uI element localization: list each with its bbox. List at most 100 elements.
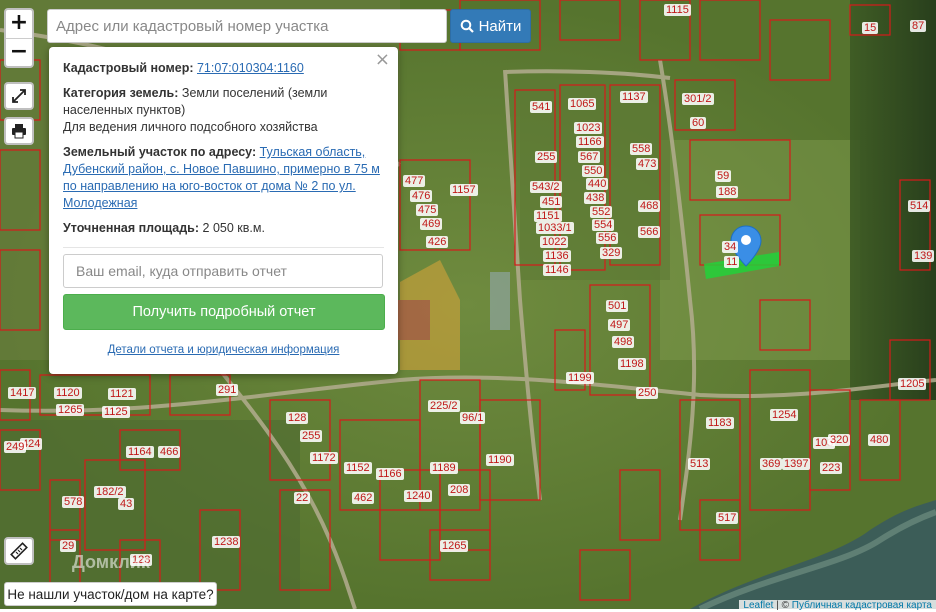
parcel-label: 552 xyxy=(590,206,613,218)
parcel-label: 1164 xyxy=(126,446,154,458)
parcel-label: 543/2 xyxy=(530,181,562,193)
parcel-label: 1240 xyxy=(404,490,433,502)
expand-icon xyxy=(12,89,26,103)
print-button[interactable] xyxy=(4,117,34,145)
search-button-label: Найти xyxy=(478,17,522,35)
parcel-label: 250 xyxy=(636,387,659,399)
ruler-button[interactable] xyxy=(4,537,34,565)
parcel-label: 1115 xyxy=(664,4,691,16)
cad-label: Кадастровый номер: xyxy=(63,61,194,75)
parcel-label: 291 xyxy=(216,384,239,396)
parcel-label: 550 xyxy=(582,165,605,177)
watermark: Домклик xyxy=(72,552,150,572)
email-field[interactable] xyxy=(63,254,383,288)
parcel-label: 43 xyxy=(118,498,135,510)
parcel-label: 1172 xyxy=(310,452,338,464)
fullscreen-button[interactable] xyxy=(4,82,34,110)
parcel-label: 1254 xyxy=(770,409,799,421)
search-button[interactable]: Найти xyxy=(450,9,531,43)
parcel-label: 1146 xyxy=(543,264,571,276)
parcel-label: 469 xyxy=(420,218,443,230)
leaflet-link[interactable]: Leaflet xyxy=(743,600,773,611)
parcel-label: 59 xyxy=(715,170,732,182)
parcel-label: 473 xyxy=(636,158,659,170)
parcel-label: 87 xyxy=(910,20,927,32)
map-attribution: Leaflet | © Публичная кадастровая карта xyxy=(739,600,936,612)
parcel-label: 498 xyxy=(612,336,635,348)
parcel-label: 223 xyxy=(820,462,843,474)
attribution-sep: | © xyxy=(773,600,792,611)
zoom-out-button[interactable]: − xyxy=(6,38,32,67)
parcel-label: 501 xyxy=(606,300,629,312)
parcel-label: 566 xyxy=(638,226,661,238)
parcel-label: 249 xyxy=(4,441,27,453)
area-value: 2 050 кв.м. xyxy=(202,221,265,235)
not-found-button[interactable]: Не нашли участок/дом на карте? xyxy=(4,582,217,606)
parcel-label: 475 xyxy=(416,204,439,216)
parcel-label: 255 xyxy=(300,430,323,442)
address-label: Земельный участок по адресу: xyxy=(63,145,257,159)
parcel-label: 29 xyxy=(60,540,77,552)
cadastre-map-link[interactable]: Публичная кадастровая карта xyxy=(792,600,932,611)
parcel-label: 440 xyxy=(586,178,609,190)
parcel-label: 1137 xyxy=(620,91,648,103)
get-report-button[interactable]: Получить подробный отчет xyxy=(63,294,385,330)
parcel-label: 369 xyxy=(760,458,783,470)
parcel-label: 225/2 xyxy=(428,400,460,412)
search-icon xyxy=(460,19,474,33)
cad-number-link[interactable]: 71:07:010304:1160 xyxy=(197,61,304,75)
parcel-label: 1023 xyxy=(574,122,603,134)
parcel-label: 329 xyxy=(600,247,623,259)
ruler-icon xyxy=(10,542,28,560)
parcel-label: 462 xyxy=(352,492,375,504)
parcel-label: 497 xyxy=(608,319,631,331)
parcel-label: 1065 xyxy=(568,98,597,110)
parcel-label: 1022 xyxy=(540,236,569,248)
parcel-label: 1166 xyxy=(576,136,604,148)
printer-icon xyxy=(12,124,26,139)
parcel-info-popup: × Кадастровый номер: 71:07:010304:1160 К… xyxy=(49,47,398,374)
parcel-label: 301/2 xyxy=(682,93,714,105)
parcel-label: 320 xyxy=(828,434,851,446)
parcel-label: 11 xyxy=(724,256,740,268)
parcel-label: 1205 xyxy=(898,378,927,390)
zoom-in-button[interactable]: + xyxy=(6,10,32,38)
search-input[interactable] xyxy=(47,9,447,43)
parcel-label: 468 xyxy=(638,200,661,212)
parcel-label: 514 xyxy=(908,200,931,212)
parcel-label: 139 xyxy=(912,250,935,262)
parcel-label: 188 xyxy=(716,186,739,198)
parcel-label: 34 xyxy=(722,241,739,253)
parcel-label: 1265 xyxy=(440,540,469,552)
parcel-label: 15 xyxy=(862,22,879,34)
parcel-label: 451 xyxy=(540,196,563,208)
close-icon[interactable]: × xyxy=(375,51,390,69)
parcel-label: 1397 xyxy=(782,458,811,470)
parcel-label: 466 xyxy=(158,446,181,458)
parcel-label: 476 xyxy=(410,190,433,202)
parcel-label: 1033/1 xyxy=(536,222,574,234)
parcel-label: 517 xyxy=(716,512,739,524)
parcel-label: 426 xyxy=(426,236,449,248)
parcel-label: 255 xyxy=(535,151,558,163)
parcel-label: 438 xyxy=(584,192,607,204)
parcel-label: 1183 xyxy=(706,417,734,429)
divider xyxy=(63,247,384,248)
parcel-label: 541 xyxy=(530,101,553,113)
parcel-label: 477 xyxy=(403,175,426,187)
parcel-label: 182/2 xyxy=(94,486,126,498)
usage-value: Для ведения личного подсобного хозяйства xyxy=(63,120,318,134)
zoom-control: + − xyxy=(4,8,34,68)
parcel-label: 1151 xyxy=(534,210,562,222)
parcel-label: 1198 xyxy=(618,358,646,370)
parcel-label: 60 xyxy=(690,117,707,129)
parcel-label: 1238 xyxy=(212,536,241,548)
parcel-label: 22 xyxy=(294,492,311,504)
parcel-label: 96/1 xyxy=(460,412,486,424)
parcel-label: 1120 xyxy=(54,387,82,399)
category-label: Категория земель: xyxy=(63,86,179,100)
parcel-label: 556 xyxy=(596,232,619,244)
report-details-link[interactable]: Детали отчета и юридическая информация xyxy=(108,344,340,356)
parcel-label: 558 xyxy=(630,143,653,155)
parcel-label: 578 xyxy=(62,496,85,508)
